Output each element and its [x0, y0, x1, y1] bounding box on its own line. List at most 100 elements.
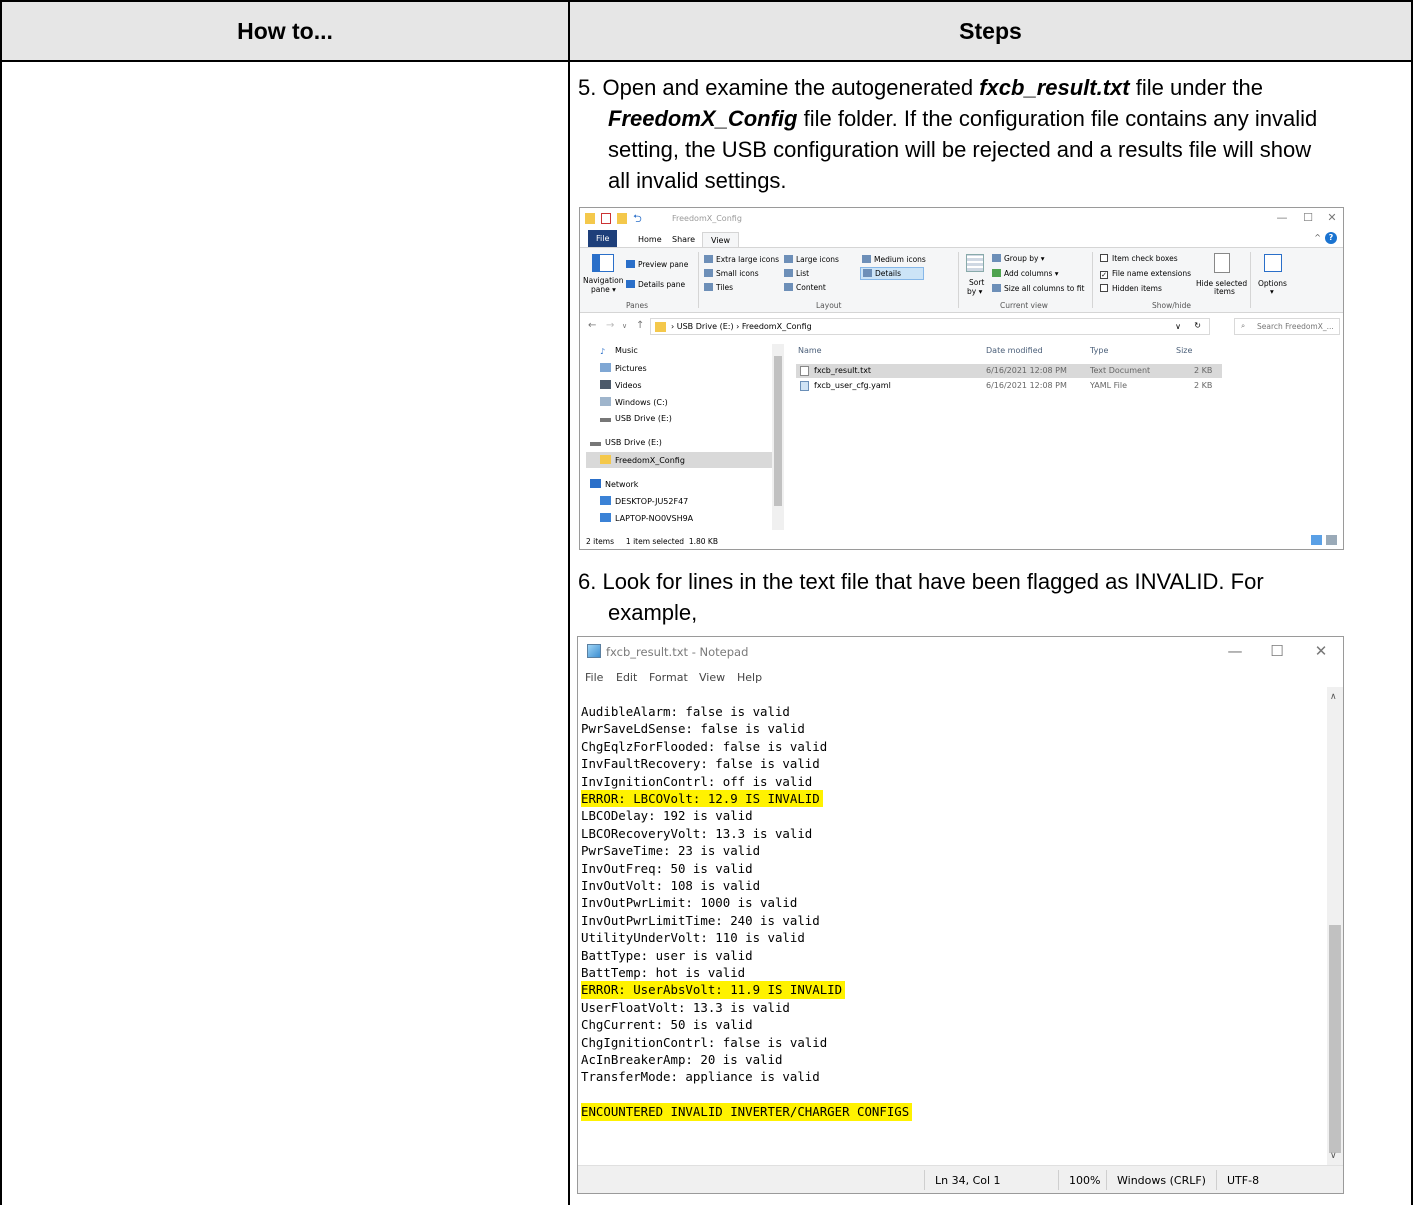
recent-dropdown-icon[interactable]: ∨	[622, 322, 627, 330]
details-pane-button[interactable]: Details pane	[626, 280, 685, 289]
new-folder-icon[interactable]	[617, 213, 627, 224]
nav-item-freedomx-config[interactable]: FreedomX_Config	[600, 455, 685, 465]
list-icon	[784, 269, 793, 277]
explorer-status-bar: 2 items 1 item selected 1.80 KB	[580, 533, 1343, 549]
notepad-scrollbar-thumb[interactable]	[1329, 925, 1341, 1153]
navigation-pane-dropdown[interactable]: pane ▾	[591, 285, 616, 294]
tab-share[interactable]: Share	[664, 232, 703, 248]
nav-scrollbar[interactable]	[772, 344, 784, 530]
close-button[interactable]: ✕	[1311, 642, 1331, 660]
file-name-extensions-toggle[interactable]: ✓ File name extensions	[1100, 269, 1191, 279]
column-name[interactable]: Name	[798, 346, 822, 355]
up-arrow-icon[interactable]: ↑	[636, 320, 644, 331]
menu-edit[interactable]: Edit	[616, 671, 637, 684]
maximize-button[interactable]: ☐	[1267, 642, 1287, 660]
small-icons-option[interactable]: Small icons	[704, 269, 759, 278]
notepad-text-area[interactable]: AudibleAlarm: false is valid PwrSaveLdSen…	[578, 687, 1328, 1165]
back-arrow-icon[interactable]: ←	[588, 320, 596, 331]
nav-item-desktop[interactable]: DESKTOP-JU52F47	[600, 496, 688, 506]
menu-view[interactable]: View	[699, 671, 725, 684]
nav-item-windows-c[interactable]: Windows (C:)	[600, 397, 668, 407]
forward-arrow-icon[interactable]: →	[606, 320, 614, 331]
scroll-up-icon[interactable]: ∧	[1330, 691, 1337, 702]
list-option[interactable]: List	[784, 269, 809, 278]
details-option[interactable]: Details	[860, 267, 925, 280]
item-check-boxes-toggle[interactable]: Item check boxes	[1100, 254, 1178, 263]
nav-item-pictures[interactable]: Pictures	[600, 363, 647, 373]
sort-by-dropdown[interactable]: by ▾	[967, 287, 982, 296]
column-type[interactable]: Type	[1090, 346, 1108, 355]
menu-format[interactable]: Format	[649, 671, 688, 684]
step-5-text: 5. Open and examine the autogenerated fx…	[578, 72, 1404, 196]
nav-item-label: DESKTOP-JU52F47	[615, 497, 689, 506]
file-size: 2 KB	[1194, 381, 1213, 390]
minimize-button[interactable]: —	[1275, 211, 1289, 224]
hidden-items-checkbox[interactable]	[1100, 284, 1108, 292]
menu-file[interactable]: File	[585, 671, 603, 684]
text-line: UtilityUnderVolt: 110 is valid	[581, 930, 805, 946]
navigation-pane-button[interactable]: Navigation	[583, 276, 623, 285]
hidden-items-label: Hidden items	[1112, 284, 1162, 293]
step-5-text-b: file under the	[1135, 75, 1263, 100]
details-icon	[863, 269, 872, 277]
notepad-title: fxcb_result.txt - Notepad	[606, 645, 749, 659]
file-type: YAML File	[1090, 381, 1128, 390]
minimize-button[interactable]: —	[1225, 642, 1245, 660]
column-date-modified[interactable]: Date modified	[986, 346, 1043, 355]
small-icons-icon	[704, 269, 713, 277]
maximize-button[interactable]: ☐	[1301, 211, 1315, 224]
tab-view[interactable]: View	[702, 232, 739, 248]
notepad-status-bar: Ln 34, Col 1 100% Windows (CRLF) UTF-8	[578, 1165, 1343, 1193]
refresh-icon[interactable]: ↻	[1194, 321, 1201, 330]
nav-item-music[interactable]: ♪ Music	[600, 346, 638, 356]
sort-by-icon	[966, 254, 984, 272]
nav-item-network[interactable]: Network	[590, 479, 638, 489]
address-bar[interactable]: › USB Drive (E:) › FreedomX_Config ∨ ↻	[650, 318, 1210, 335]
hidden-items-toggle[interactable]: Hidden items	[1100, 284, 1162, 293]
medium-icons-option[interactable]: Medium icons	[862, 255, 926, 264]
folder-icon	[585, 213, 595, 224]
help-icon[interactable]: ?	[1325, 232, 1337, 244]
properties-icon[interactable]	[601, 213, 611, 224]
undo-icon[interactable]: ⮌	[633, 210, 643, 225]
add-columns-button[interactable]: Add columns ▾	[992, 269, 1059, 278]
size-all-columns-button[interactable]: Size all columns to fit	[992, 284, 1084, 293]
address-dropdown-icon[interactable]: ∨	[1175, 322, 1181, 331]
notepad-menu-bar: File Edit Format View Help	[578, 667, 1343, 687]
extra-large-icons-option[interactable]: Extra large icons	[704, 255, 779, 264]
file-row[interactable]: fxcb_user_cfg.yaml 6/16/2021 12:08 PM YA…	[796, 379, 1222, 393]
close-button[interactable]: ✕	[1325, 211, 1339, 224]
step-6-line-1: 6. Look for lines in the text file that …	[578, 569, 1264, 594]
menu-help[interactable]: Help	[737, 671, 762, 684]
group-by-button[interactable]: Group by ▾	[992, 254, 1045, 263]
options-dropdown[interactable]: ▾	[1270, 287, 1274, 296]
medium-icons-icon	[862, 255, 871, 263]
column-size[interactable]: Size	[1176, 346, 1192, 355]
nav-item-usb-drive[interactable]: USB Drive (E:)	[600, 414, 672, 423]
medium-icons-label: Medium icons	[874, 255, 926, 264]
computer-icon	[600, 513, 611, 522]
nav-item-usb-drive-root[interactable]: USB Drive (E:)	[590, 438, 662, 447]
notepad-scrollbar[interactable]: ∧ ∨	[1327, 687, 1343, 1165]
large-icons-view-icon[interactable]	[1326, 535, 1337, 545]
preview-pane-button[interactable]: Preview pane	[626, 260, 688, 269]
content-option[interactable]: Content	[784, 283, 826, 292]
nav-item-laptop[interactable]: LAPTOP-NO0VSH9A	[600, 513, 693, 523]
line-endings: Windows (CRLF)	[1117, 1174, 1206, 1187]
sort-by-button[interactable]: Sort	[969, 278, 984, 287]
details-view-icon[interactable]	[1310, 535, 1322, 545]
extra-large-icons-icon	[704, 255, 713, 263]
column-divider	[568, 0, 570, 1205]
nav-scrollbar-thumb[interactable]	[774, 356, 782, 506]
file-row[interactable]: fxcb_result.txt 6/16/2021 12:08 PM Text …	[796, 364, 1222, 378]
file-name-extensions-checkbox[interactable]: ✓	[1100, 271, 1108, 279]
collapse-ribbon-icon[interactable]: ^	[1314, 233, 1321, 242]
nav-item-videos[interactable]: Videos	[600, 380, 642, 390]
scroll-down-icon[interactable]: ∨	[1330, 1150, 1337, 1161]
large-icons-option[interactable]: Large icons	[784, 255, 839, 264]
search-input[interactable]: ⌕ Search FreedomX_...	[1234, 318, 1340, 335]
explorer-title: FreedomX_Config	[672, 214, 742, 223]
tiles-option[interactable]: Tiles	[704, 283, 733, 292]
tab-file[interactable]: File	[588, 230, 618, 247]
item-check-boxes-checkbox[interactable]	[1100, 254, 1108, 262]
